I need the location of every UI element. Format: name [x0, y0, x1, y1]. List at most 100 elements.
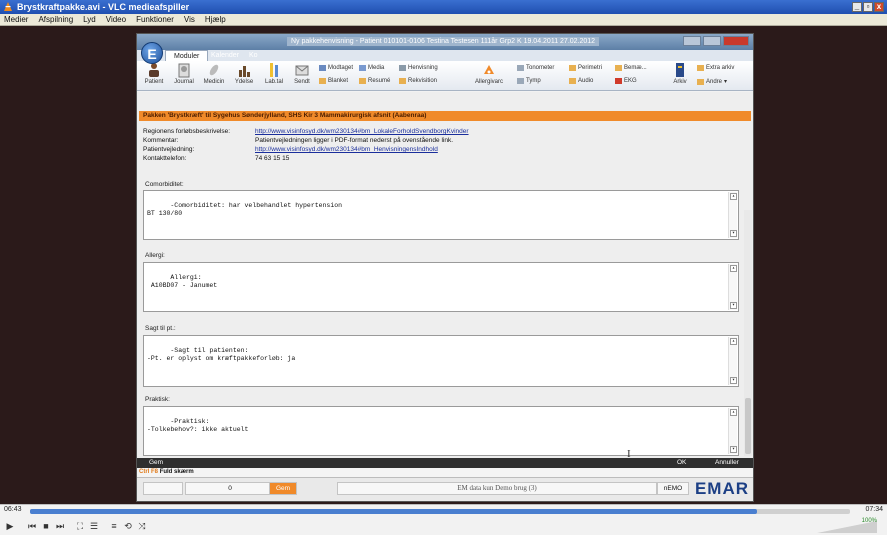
time-total: 07:34 — [865, 506, 883, 513]
vejledning-link[interactable]: http://www.visinfosyd.dk/wm230134#bm_Hen… — [255, 145, 438, 154]
vlc-controls: ▶ ⏮ ■ ⏭ ⛶ ☰ ≡ ⟲ ⤨ 100% — [0, 517, 887, 535]
textarea-scrollbar[interactable]: ▴ ▾ — [728, 264, 737, 310]
scroll-down-icon[interactable]: ▾ — [730, 230, 737, 237]
tab-ko[interactable]: Ko — [241, 50, 266, 61]
status-bar: 0 Gem EM data kun Demo brug (3) nEMO EMA… — [137, 477, 753, 501]
scroll-up-icon[interactable]: ▴ — [730, 265, 737, 272]
scroll-up-icon[interactable]: ▴ — [730, 338, 737, 345]
praktisk-label: Praktisk: — [145, 396, 170, 403]
allergi-textarea[interactable]: Allergi: A10BD07 - Janumet ▴ ▾ — [143, 262, 739, 312]
ekg-button[interactable]: EKG — [615, 78, 637, 84]
praktisk-textarea[interactable]: -Praktisk: -Tolkebehov?: ikke aktuelt ▴ ▾ — [143, 406, 739, 456]
audio-icon — [569, 78, 576, 84]
scroll-down-icon[interactable]: ▾ — [730, 302, 737, 309]
modtaget-icon — [319, 65, 326, 71]
scroll-down-icon[interactable]: ▾ — [730, 446, 737, 453]
journal-button[interactable]: Journal — [171, 62, 197, 85]
perimetri-button[interactable]: Perimetri — [569, 65, 602, 71]
menu-medier[interactable]: Medier — [4, 15, 28, 24]
note-icon — [615, 65, 622, 71]
sagt-til-pt-textarea[interactable]: -Sagt til patienten: -Pt. er oplyst om k… — [143, 335, 739, 387]
audio-button[interactable]: Audio — [569, 78, 593, 84]
henvisning-button[interactable]: Henvisning — [399, 65, 438, 71]
kommentar-value: Patientvejledningen ligger i PDF-format … — [255, 137, 454, 144]
menu-video[interactable]: Video — [106, 15, 126, 24]
rekvisition-button[interactable]: Rekvisition — [399, 78, 437, 84]
arkiv-icon — [676, 63, 684, 77]
tonometer-icon — [517, 65, 524, 71]
fullscreen-icon[interactable]: ⛶ — [74, 520, 86, 532]
minimize-button[interactable]: _ — [852, 2, 862, 12]
menu-lyd[interactable]: Lyd — [83, 15, 96, 24]
scroll-up-icon[interactable]: ▴ — [730, 193, 737, 200]
menu-afspilning[interactable]: Afspilning — [38, 15, 73, 24]
demo-notice: EM data kun Demo brug (3) — [337, 482, 657, 495]
forlob-link[interactable]: http://www.visinfosyd.dk/wm230134#bm_Lok… — [255, 127, 469, 136]
seek-bar[interactable] — [30, 509, 850, 514]
ydelse-button[interactable]: Ydelse — [231, 62, 257, 85]
media-button[interactable]: Media — [359, 65, 384, 71]
resume-button[interactable]: Resumé — [359, 78, 390, 84]
sendt-button[interactable]: Sendt — [289, 62, 315, 85]
bemaerkning-button[interactable]: Bemæ... — [615, 65, 647, 71]
previous-icon[interactable]: ⏮ — [26, 520, 38, 532]
menu-hjaelp[interactable]: Hjælp — [205, 15, 226, 24]
status-save-button[interactable]: Gem — [269, 482, 297, 495]
user-indicator: nEMO — [657, 482, 689, 495]
blanket-icon — [319, 78, 326, 84]
shuffle-icon[interactable]: ⤨ — [136, 520, 148, 532]
vejledning-label: Patientvejledning: — [143, 146, 195, 153]
patient-button[interactable]: Patient — [141, 62, 167, 85]
medicin-button[interactable]: Medicin — [201, 62, 227, 85]
extended-settings-icon[interactable]: ☰ — [88, 520, 100, 532]
textarea-scrollbar[interactable]: ▴ ▾ — [728, 192, 737, 238]
gem-button[interactable]: Gem — [149, 459, 163, 466]
ok-button[interactable]: OK — [677, 459, 686, 466]
emar-close-button[interactable] — [723, 36, 749, 46]
menu-funktioner[interactable]: Funktioner — [136, 15, 174, 24]
referral-form: Pakken 'Brystkræft' til Sygehus Sønderjy… — [137, 92, 753, 458]
allergivarsel-button[interactable]: Allergivarc — [472, 62, 506, 85]
playlist-icon[interactable]: ≡ — [108, 520, 120, 532]
form-scrollbar[interactable] — [744, 210, 752, 456]
close-button[interactable]: x — [874, 2, 884, 12]
vlc-window-title: Brystkraftpakke.avi - VLC medieafspiller — [17, 2, 190, 12]
scroll-up-icon[interactable]: ▴ — [730, 409, 737, 416]
andre-button[interactable]: Andre ▾ — [697, 78, 727, 85]
scroll-down-icon[interactable]: ▾ — [730, 377, 737, 384]
seek-progress — [30, 509, 758, 514]
fullscreen-shortcut[interactable]: Ctrl F8 Fuld skærm — [137, 468, 753, 477]
annuller-button[interactable]: Annuller — [715, 459, 739, 466]
media-icon — [359, 65, 366, 71]
play-icon[interactable]: ▶ — [4, 520, 16, 532]
sendt-icon — [295, 65, 309, 76]
emar-logo[interactable]: E — [141, 42, 163, 64]
menu-vis[interactable]: Vis — [184, 15, 195, 24]
emar-maximize-button[interactable] — [703, 36, 721, 46]
sagt-til-pt-label: Sagt til pt.: — [145, 325, 176, 332]
tab-moduler[interactable]: Moduler — [165, 50, 209, 61]
arkiv-button[interactable]: Arkiv — [667, 62, 693, 85]
stop-icon[interactable]: ■ — [40, 520, 52, 532]
pakke-banner: Pakken 'Brystkræft' til Sygehus Sønderjy… — [139, 111, 751, 121]
next-icon[interactable]: ⏭ — [54, 520, 66, 532]
ydelse-icon — [239, 66, 250, 77]
textarea-scrollbar[interactable]: ▴ ▾ — [728, 337, 737, 385]
tonometer-button[interactable]: Tonometer — [517, 65, 554, 71]
emar-minimize-button[interactable] — [683, 36, 701, 46]
ribbon-tabs: Moduler Kalender Ko — [137, 50, 753, 61]
tymp-button[interactable]: Tymp — [517, 78, 541, 84]
extra-arkiv-icon — [697, 65, 704, 71]
comorbiditet-label: Comorbiditet: — [145, 181, 184, 188]
text-cursor-icon: I — [627, 448, 631, 458]
loop-icon[interactable]: ⟲ — [122, 520, 134, 532]
volume-slider[interactable]: 100% — [817, 518, 877, 533]
blanket-button[interactable]: Blanket — [319, 78, 348, 84]
modtaget-button[interactable]: Modtaget — [319, 65, 353, 71]
scrollbar-thumb[interactable] — [745, 398, 751, 454]
comorbiditet-textarea[interactable]: -Comorbiditet: har velbehandlet hyperten… — [143, 190, 739, 240]
extra-arkiv-button[interactable]: Extra arkiv — [697, 65, 734, 71]
labtal-button[interactable]: Lab.tal — [261, 62, 287, 85]
maximize-button[interactable]: ▫ — [863, 2, 873, 12]
textarea-scrollbar[interactable]: ▴ ▾ — [728, 408, 737, 454]
